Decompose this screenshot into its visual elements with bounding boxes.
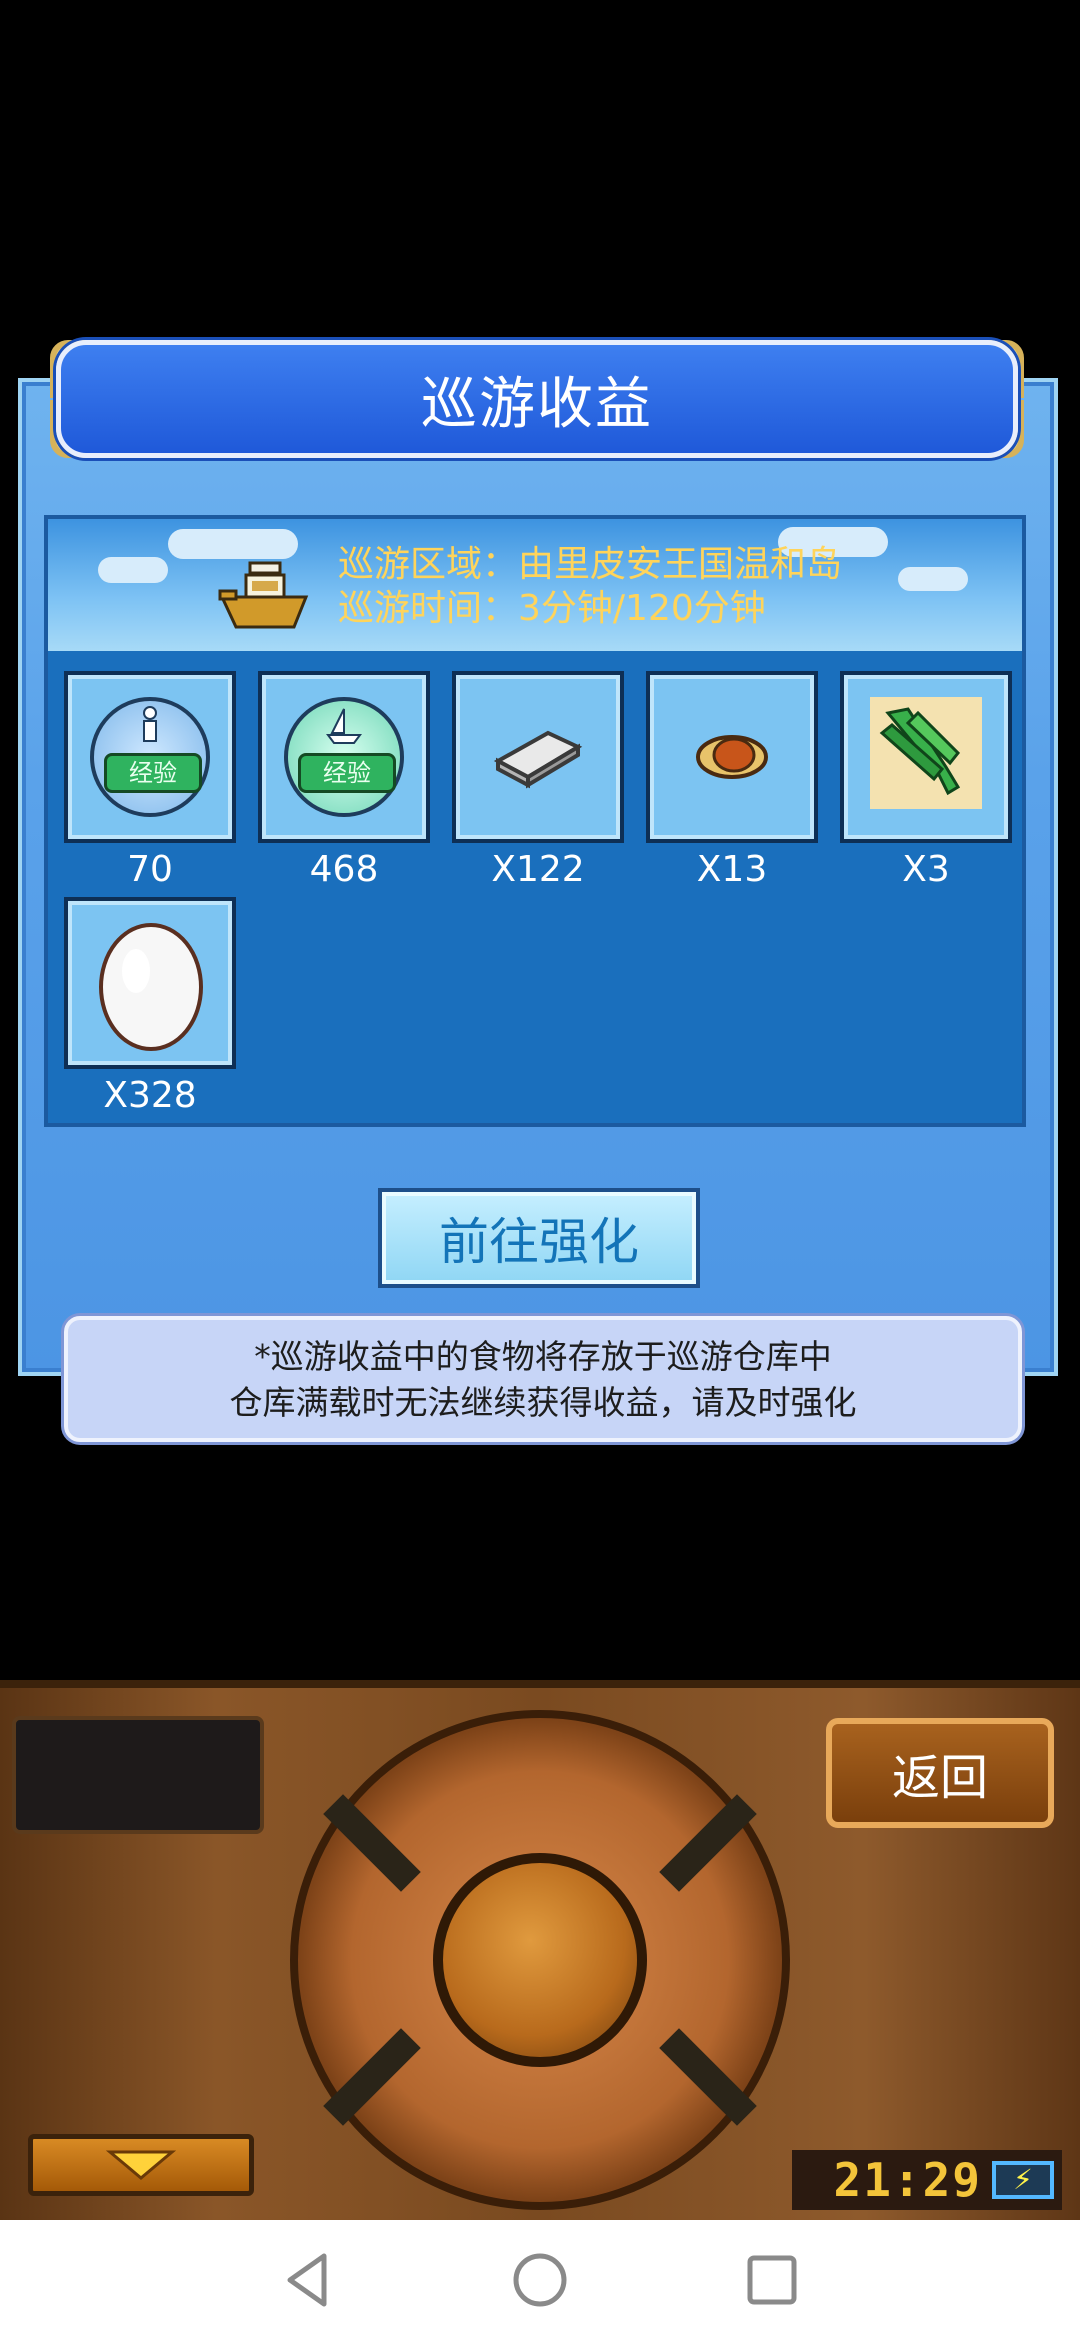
- note-line: 仓库满载时无法继续获得收益，请及时强化: [229, 1383, 857, 1422]
- exp-tag: 经验: [104, 753, 202, 793]
- dpad-center-button[interactable]: [433, 1853, 647, 2067]
- reward-count: 70: [127, 849, 173, 890]
- dpad-divider: [323, 1794, 421, 1892]
- cruise-time-text: 巡游时间：3分钟/120分钟: [338, 588, 766, 629]
- recents-square-icon[interactable]: [740, 2248, 804, 2312]
- boat-exp-icon: 经验: [284, 697, 404, 817]
- home-circle-icon[interactable]: [508, 2248, 572, 2312]
- down-arrow-icon: [106, 2150, 176, 2180]
- charging-battery-icon: ⚡: [992, 2161, 1054, 2199]
- reward-slot-meat[interactable]: [646, 671, 818, 843]
- staff-exp-icon: 经验: [90, 697, 210, 817]
- reward-count: X328: [103, 1075, 197, 1116]
- reward-slot-egg[interactable]: [64, 897, 236, 1069]
- dpad-divider: [323, 2028, 421, 2126]
- cloud-decoration: [98, 557, 168, 583]
- note-line: *巡游收益中的食物将存放于巡游仓库中: [254, 1337, 832, 1376]
- game-console: 返回 21:29 ⚡: [0, 1680, 1080, 2228]
- cruise-info-text: 巡游区域：由里皮安王国温和岛 巡游时间：3分钟/120分钟: [338, 543, 842, 631]
- reward-count: 468: [309, 849, 379, 890]
- dpad-divider: [659, 2028, 757, 2126]
- reward-slot-boat-exp[interactable]: 经验: [258, 671, 430, 843]
- reward-count: X3: [902, 849, 950, 890]
- exp-tag: 经验: [298, 753, 396, 793]
- leek-icon: [879, 707, 961, 796]
- go-upgrade-button[interactable]: 前往强化: [378, 1188, 700, 1288]
- back-button[interactable]: 返回: [826, 1718, 1054, 1828]
- clock-text: 21:29: [833, 2153, 982, 2207]
- person-icon: [143, 706, 157, 742]
- egg-icon: [99, 923, 203, 1051]
- reward-slot-staff-exp[interactable]: 经验: [64, 671, 236, 843]
- leek-card: [870, 697, 982, 809]
- cruise-ship-icon: [218, 561, 309, 629]
- dialog-title-bar: 巡游收益: [56, 340, 1018, 458]
- dpad[interactable]: [290, 1710, 790, 2210]
- storage-note: *巡游收益中的食物将存放于巡游仓库中 仓库满载时无法继续获得收益，请及时强化: [64, 1316, 1022, 1442]
- scroll-down-button[interactable]: [28, 2134, 254, 2196]
- silver-bar-icon: [493, 730, 583, 789]
- dpad-divider: [659, 1794, 757, 1892]
- sailboat-icon: [326, 708, 362, 744]
- cruise-info-header: 巡游区域：由里皮安王国温和岛 巡游时间：3分钟/120分钟: [48, 519, 1022, 651]
- system-nav-bar: [0, 2220, 1080, 2340]
- roast-meat-icon: [696, 735, 768, 779]
- console-mini-screen: [12, 1716, 264, 1834]
- reward-slot-silver[interactable]: [452, 671, 624, 843]
- cloud-decoration: [168, 529, 298, 559]
- rewards-box: 巡游区域：由里皮安王国温和岛 巡游时间：3分钟/120分钟 经验 70 经验 4…: [44, 515, 1026, 1127]
- cloud-decoration: [898, 567, 968, 591]
- reward-slot-leek[interactable]: [840, 671, 1012, 843]
- back-triangle-icon[interactable]: [276, 2248, 340, 2312]
- clock-display: 21:29 ⚡: [792, 2150, 1062, 2210]
- cruise-region-text: 巡游区域：由里皮安王国温和岛: [338, 544, 843, 585]
- reward-count: X13: [696, 849, 768, 890]
- dialog-title: 巡游收益: [421, 371, 653, 437]
- reward-count: X122: [491, 849, 585, 890]
